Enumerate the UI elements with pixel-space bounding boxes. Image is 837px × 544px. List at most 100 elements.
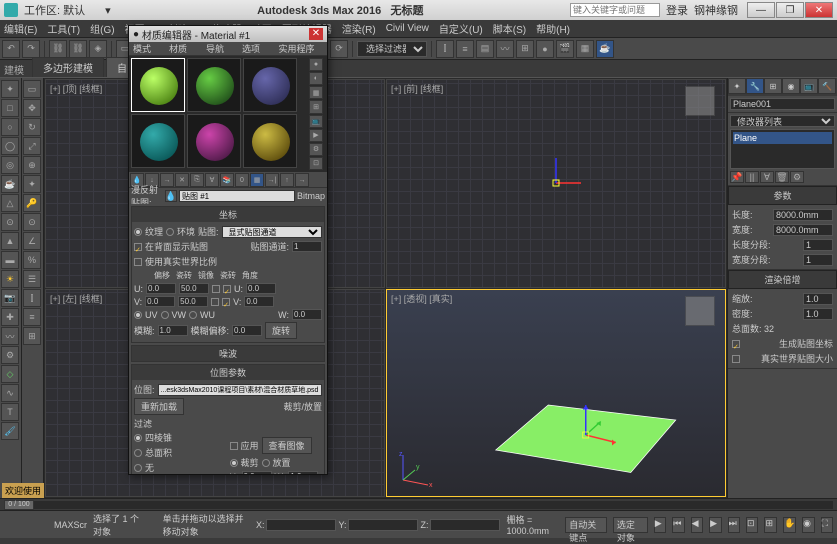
blur-input[interactable] — [158, 325, 188, 336]
coord-z-input[interactable] — [430, 519, 500, 531]
light-icon[interactable]: ☀ — [1, 270, 19, 288]
coord-x-input[interactable] — [266, 519, 336, 531]
select-scale-icon[interactable]: ⤢ — [23, 137, 41, 155]
snap2-icon[interactable]: ⊙ — [23, 213, 41, 231]
show-end-icon[interactable]: →| — [265, 173, 279, 187]
density-input[interactable] — [803, 308, 833, 320]
link-button[interactable]: ⛓ — [49, 40, 67, 58]
helper-icon[interactable]: ✚ — [1, 308, 19, 326]
vw-radio[interactable] — [161, 311, 169, 319]
sphere-icon[interactable]: ○ — [1, 118, 19, 136]
texture-radio[interactable] — [134, 228, 142, 236]
maxscript-label[interactable]: MAXScr — [54, 520, 87, 530]
environ-radio[interactable] — [166, 228, 174, 236]
uv-radio[interactable] — [134, 311, 142, 319]
put-lib-icon[interactable]: 📚 — [220, 173, 234, 187]
video-check-icon[interactable]: 📺 — [309, 115, 323, 128]
make-unique-icon[interactable]: ∀ — [760, 171, 774, 183]
crop-w-input[interactable] — [288, 471, 318, 474]
close-button[interactable]: ✕ — [805, 2, 833, 18]
curve-editor-button[interactable]: 〰 — [496, 40, 514, 58]
align-button[interactable]: ≡ — [456, 40, 474, 58]
width-input[interactable] — [773, 224, 833, 236]
plane-icon[interactable]: ▬ — [1, 251, 19, 269]
psnap-icon[interactable]: % — [23, 251, 41, 269]
undo-button[interactable]: ↶ — [2, 40, 20, 58]
options-icon[interactable]: ⚙ — [309, 143, 323, 156]
show-result-icon[interactable]: || — [745, 171, 759, 183]
show-back-check[interactable] — [134, 243, 142, 251]
welcome-tab[interactable]: 欢迎使用 — [2, 483, 44, 498]
map-channel-select[interactable]: 显式贴图通道 — [222, 226, 322, 238]
reload-button[interactable]: 重新加载 — [134, 398, 184, 415]
vp-top-label[interactable]: [+] [顶] [线框] — [50, 82, 102, 95]
asnap-icon[interactable]: ∠ — [23, 232, 41, 250]
real-scale-check[interactable] — [134, 258, 142, 266]
mat-slot-2[interactable] — [187, 58, 241, 112]
maximize-button[interactable]: ❐ — [776, 2, 804, 18]
crop-radio[interactable] — [230, 459, 238, 467]
u-tile-check[interactable] — [223, 285, 231, 293]
goto-end-icon[interactable]: ⏭ — [728, 517, 740, 533]
modifier-stack[interactable]: Plane — [730, 129, 835, 169]
box-icon[interactable]: □ — [1, 99, 19, 117]
coords-rollout-header[interactable]: 坐标 — [132, 207, 324, 222]
text-icon[interactable]: T — [1, 403, 19, 421]
next-frame-icon[interactable]: ▶ — [709, 517, 721, 533]
menu-group[interactable]: 组(G) — [90, 21, 114, 36]
view-image-button[interactable]: 查看图像 — [262, 437, 312, 454]
reset-mat-icon[interactable]: ✕ — [175, 173, 189, 187]
length-input[interactable] — [773, 209, 833, 221]
apply-check[interactable] — [230, 442, 238, 450]
mat-menu-mode[interactable]: 模式(D) — [133, 42, 161, 55]
material-editor-button[interactable]: ● — [536, 40, 554, 58]
v-tile-check[interactable] — [222, 298, 230, 306]
orbit-icon[interactable]: ◉ — [802, 517, 814, 533]
cylinder-icon[interactable]: ◯ — [1, 137, 19, 155]
play-button[interactable]: ▶ — [654, 517, 666, 533]
display-tab-icon[interactable]: 📺 — [800, 78, 818, 94]
pyramid-icon[interactable]: ▲ — [1, 232, 19, 250]
u-angle-input[interactable] — [246, 283, 276, 294]
make-preview-icon[interactable]: ▶ — [309, 129, 323, 142]
v-mirror-check[interactable] — [211, 298, 219, 306]
render-setup-button[interactable]: 🎬 — [556, 40, 574, 58]
object-name-input[interactable] — [730, 98, 835, 110]
blur-offset-input[interactable] — [232, 325, 262, 336]
mirror-button[interactable]: ⫿ — [436, 40, 454, 58]
lseg-input[interactable] — [803, 239, 833, 251]
sample-type-icon[interactable]: ● — [309, 58, 323, 71]
unlink-button[interactable]: ⛓ — [69, 40, 87, 58]
mat-slot-1[interactable] — [131, 58, 185, 112]
menu-edit[interactable]: 编辑(E) — [4, 21, 37, 36]
sample-uv-icon[interactable]: ⊞ — [309, 100, 323, 113]
teapot-icon[interactable]: ☕ — [1, 175, 19, 193]
mat-id-icon[interactable]: 0 — [235, 173, 249, 187]
vp-left-label[interactable]: [+] [左] [线框] — [50, 292, 102, 305]
create-icon[interactable]: ✦ — [1, 80, 19, 98]
pick-map-icon[interactable]: 💧 — [165, 190, 177, 202]
mirror2-icon[interactable]: ⫿ — [23, 289, 41, 307]
vp-front-label[interactable]: [+] [前] [线框] — [391, 82, 443, 95]
u-tile-input[interactable] — [179, 283, 209, 294]
viewport-front[interactable]: [+] [前] [线框] — [386, 79, 726, 288]
config-sets-icon[interactable]: ⚙ — [790, 171, 804, 183]
mat-menu-nav[interactable]: 导航(N) — [206, 42, 234, 55]
rotate-button[interactable]: 旋转 — [265, 322, 297, 339]
camera-icon[interactable]: 📷 — [1, 289, 19, 307]
space-warp-icon[interactable]: 〰 — [1, 327, 19, 345]
u-offset-input[interactable] — [146, 283, 176, 294]
minimize-button[interactable]: — — [747, 2, 775, 18]
hierarchy-tab-icon[interactable]: ⊞ — [764, 78, 782, 94]
menu-help[interactable]: 帮助(H) — [536, 21, 570, 36]
redo-button[interactable]: ↷ — [22, 40, 40, 58]
pyramid-radio[interactable] — [134, 434, 142, 442]
scale-input[interactable] — [803, 293, 833, 305]
bitmap-rollout-header[interactable]: 位图参数 — [132, 365, 324, 380]
real-world-check[interactable] — [732, 355, 740, 363]
map-name-input[interactable] — [179, 190, 295, 202]
menu-render[interactable]: 渲染(R) — [342, 21, 376, 36]
goto-start-icon[interactable]: ⏮ — [672, 517, 684, 533]
workspace-selector[interactable]: 工作区: 默认 — [24, 2, 85, 18]
gen-map-check[interactable] — [732, 340, 740, 348]
